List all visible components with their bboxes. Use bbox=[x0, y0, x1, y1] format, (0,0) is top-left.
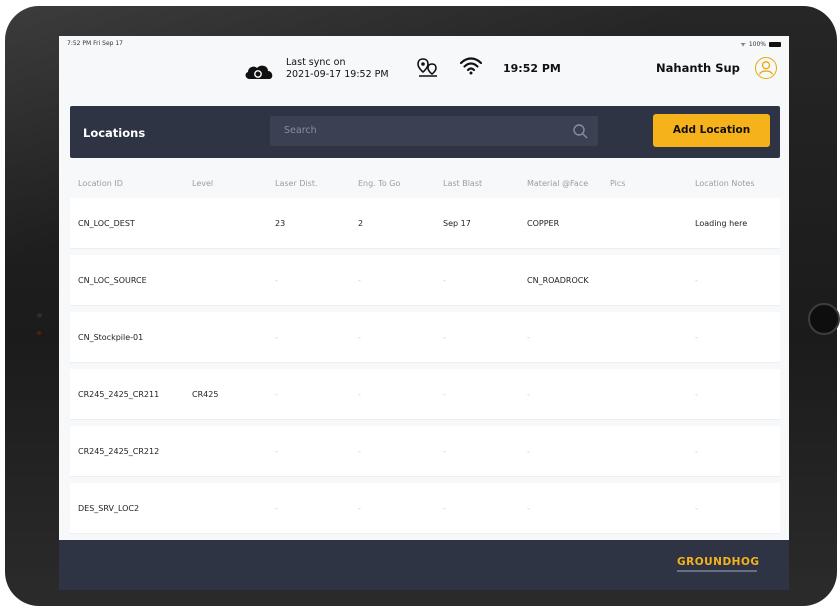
home-button[interactable] bbox=[808, 303, 840, 335]
header-clock: 19:52 PM bbox=[503, 62, 561, 75]
table-row[interactable]: CR245_2425_CR212 - - - - - bbox=[70, 426, 780, 477]
cell-last-blast: - bbox=[443, 504, 446, 513]
ios-status-bar: 7:52 PM Fri Sep 17 ᯤ 100% bbox=[59, 36, 789, 50]
cell-eng-to-go: - bbox=[358, 276, 361, 285]
battery-percent: 100% bbox=[748, 40, 766, 48]
cell-laser-dist: - bbox=[275, 504, 278, 513]
cell-location-notes: - bbox=[695, 504, 698, 513]
search-input[interactable]: Search bbox=[270, 116, 598, 146]
cell-material-face: CN_ROADROCK bbox=[527, 276, 589, 285]
column-location-id[interactable]: Location ID bbox=[78, 179, 123, 188]
cell-material-face: COPPER bbox=[527, 219, 560, 228]
cell-laser-dist: - bbox=[275, 276, 278, 285]
table-row[interactable]: DES_SRV_LOC2 - - - - - bbox=[70, 483, 780, 534]
cell-material-face: - bbox=[527, 390, 530, 399]
cloud-sync-icon[interactable] bbox=[243, 64, 275, 80]
table-header: Location ID Level Laser Dist. Eng. To Go… bbox=[70, 176, 780, 192]
table-row[interactable]: CN_Stockpile-01 - - - - - bbox=[70, 312, 780, 363]
cell-last-blast: - bbox=[443, 276, 446, 285]
cell-level: CR425 bbox=[192, 390, 219, 399]
cell-location-notes: - bbox=[695, 447, 698, 456]
cell-last-blast: - bbox=[443, 447, 446, 456]
user-avatar-icon[interactable] bbox=[755, 57, 777, 79]
cell-location-notes: - bbox=[695, 333, 698, 342]
column-laser-dist[interactable]: Laser Dist. bbox=[275, 179, 318, 188]
sync-timestamp: 2021-09-17 19:52 PM bbox=[286, 69, 389, 80]
cell-last-blast: Sep 17 bbox=[443, 219, 471, 228]
sync-label: Last sync on bbox=[286, 57, 346, 68]
cell-location-id: CN_Stockpile-01 bbox=[78, 333, 144, 342]
cell-laser-dist: - bbox=[275, 390, 278, 399]
cell-location-notes: - bbox=[695, 390, 698, 399]
search-icon[interactable] bbox=[572, 123, 588, 139]
cell-laser-dist: - bbox=[275, 333, 278, 342]
cell-location-id: CR245_2425_CR211 bbox=[78, 390, 160, 399]
cell-eng-to-go: 2 bbox=[358, 219, 364, 228]
cell-eng-to-go: - bbox=[358, 333, 361, 342]
wifi-small-icon: ᯤ bbox=[740, 41, 746, 48]
column-location-notes[interactable]: Location Notes bbox=[695, 179, 754, 188]
column-material-face[interactable]: Material @Face bbox=[527, 179, 588, 188]
cell-laser-dist: - bbox=[275, 447, 278, 456]
column-last-blast[interactable]: Last Blast bbox=[443, 179, 482, 188]
column-pics[interactable]: Pics bbox=[610, 179, 625, 188]
logo-tagline-bar bbox=[677, 570, 757, 572]
status-indicators: ᯤ 100% bbox=[740, 40, 781, 48]
cell-material-face: - bbox=[527, 447, 530, 456]
wifi-icon bbox=[460, 57, 482, 75]
cell-last-blast: - bbox=[443, 390, 446, 399]
cell-eng-to-go: - bbox=[358, 390, 361, 399]
user-name[interactable]: Nahanth Sup bbox=[656, 61, 740, 75]
column-level[interactable]: Level bbox=[192, 179, 213, 188]
column-eng-to-go[interactable]: Eng. To Go bbox=[358, 179, 400, 188]
cell-location-notes: Loading here bbox=[695, 219, 748, 228]
locations-toolbar: Locations Search Add Location bbox=[70, 106, 780, 158]
table-row[interactable]: CR245_2425_CR211 CR425 - - - - - bbox=[70, 369, 780, 420]
app-screen: 7:52 PM Fri Sep 17 ᯤ 100% Last sync on 2… bbox=[59, 36, 789, 590]
add-location-button[interactable]: Add Location bbox=[653, 114, 770, 147]
cell-location-id: CR245_2425_CR212 bbox=[78, 447, 160, 456]
last-sync-status: Last sync on 2021-09-17 19:52 PM bbox=[286, 57, 389, 81]
battery-icon bbox=[769, 41, 781, 47]
cell-location-id: CN_LOC_SOURCE bbox=[78, 276, 147, 285]
search-placeholder: Search bbox=[284, 125, 317, 136]
cell-material-face: - bbox=[527, 504, 530, 513]
cell-last-blast: - bbox=[443, 333, 446, 342]
location-pins-icon[interactable] bbox=[417, 58, 439, 78]
cell-eng-to-go: - bbox=[358, 504, 361, 513]
cell-location-id: DES_SRV_LOC2 bbox=[78, 504, 140, 513]
cell-eng-to-go: - bbox=[358, 447, 361, 456]
groundhog-logo: GROUNDHOG bbox=[677, 556, 760, 568]
page-title: Locations bbox=[83, 126, 146, 140]
camera-sensor bbox=[37, 313, 42, 318]
cell-material-face: - bbox=[527, 333, 530, 342]
cell-laser-dist: 23 bbox=[275, 219, 286, 228]
cell-location-notes: - bbox=[695, 276, 698, 285]
cell-location-id: CN_LOC_DEST bbox=[78, 219, 135, 228]
table-row[interactable]: CN_LOC_SOURCE - - - CN_ROADROCK - bbox=[70, 255, 780, 306]
app-footer: GROUNDHOG bbox=[59, 540, 789, 590]
table-row[interactable]: CN_LOC_DEST 23 2 Sep 17 COPPER Loading h… bbox=[70, 198, 780, 249]
light-sensor bbox=[37, 331, 41, 335]
status-time: 7:52 PM Fri Sep 17 bbox=[67, 40, 123, 47]
